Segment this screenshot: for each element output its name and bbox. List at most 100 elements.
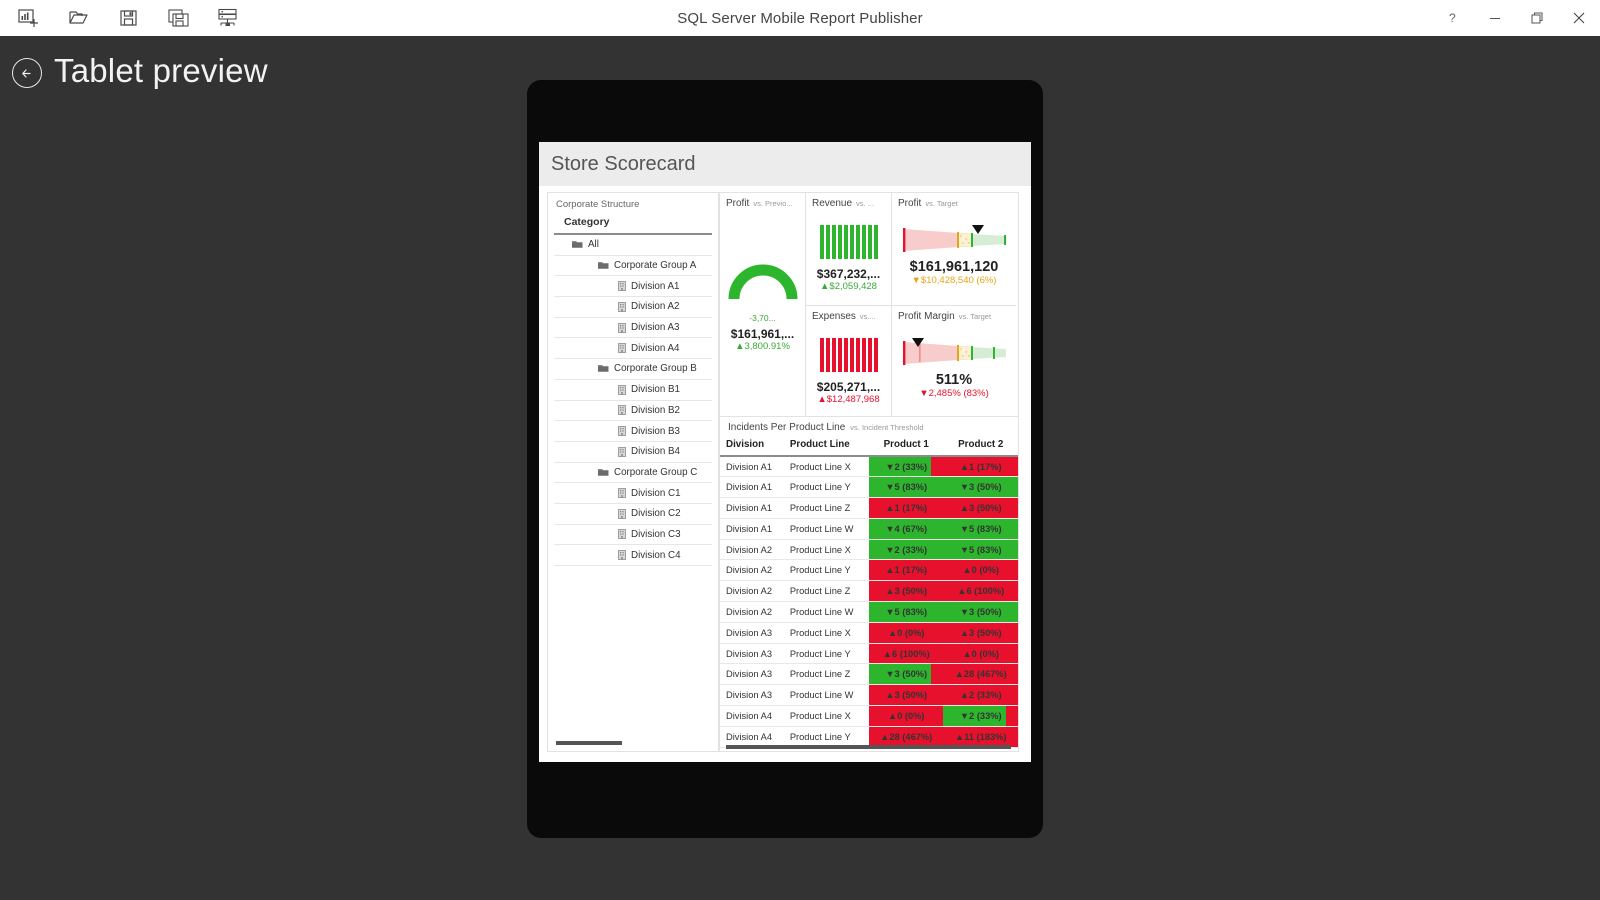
back-button[interactable] [12,58,42,88]
folder-icon [598,468,609,477]
cell-product-line: Product Line Z [783,580,869,603]
tree-horizontal-scrollbar[interactable] [556,741,622,745]
tree-item-all[interactable]: All [554,235,712,256]
building-icon [618,322,626,333]
table-row[interactable]: Division A1 Product Line Y ▼5 (83%) ▼3 (50%… [720,476,1018,499]
cell-product-line: Product Line X [783,622,869,644]
table-row[interactable]: Division A3 Product Line Y ▲6 (100%) ▲0 (0%… [720,643,1018,665]
tree-item-label: Division C4 [631,549,681,561]
save-icon[interactable] [108,1,150,35]
save-as-icon[interactable] [158,1,200,35]
gauge-label: -3,70... [749,313,776,323]
cell-product-2: ▼5 (83%) [943,518,1018,540]
table-row[interactable]: Division A1 Product Line W ▼4 (67%) ▼5 (83%… [720,518,1018,540]
tree-item-label: Division A3 [631,322,680,334]
close-button[interactable] [1558,0,1600,36]
cell-product-line: Product Line Y [783,559,869,582]
table-row[interactable]: Division A3 Product Line W ▲3 (50%) ▲2 (33%… [720,684,1018,707]
kpi-profit-gauge[interactable]: Profit vs. Previo... -3,70... $161,961,.… [720,193,805,417]
cell-product-1: ▼4 (67%) [868,518,944,540]
new-report-icon[interactable] [8,1,50,35]
table-row[interactable]: Division A3 Product Line X ▲0 (0%) ▲3 (50%) [720,622,1018,644]
title-bar: SQL Server Mobile Report Publisher ? [0,0,1600,36]
kpi-profit-margin[interactable]: Profit Margin vs. Target 511% ▼2,485% (8… [892,305,1016,417]
tree-item-corporate-group-a[interactable]: Corporate Group A [554,256,712,277]
help-button[interactable]: ? [1432,0,1474,36]
tree-item-division-a4[interactable]: Division A4 [554,338,712,360]
column-header-product-line[interactable]: Product Line [783,436,869,457]
tree-item-division-c4[interactable]: Division C4 [554,545,712,566]
cell-division: Division A3 [720,684,784,707]
tree-item-corporate-group-c[interactable]: Corporate Group C [554,463,712,484]
building-icon [618,302,626,312]
kpi-revenue-name: Revenue [812,198,853,209]
table-horizontal-scrollbar[interactable] [726,745,1011,749]
building-icon [618,529,626,540]
kpi-revenue[interactable]: Revenue vs. ... $367,232,... ▲$2,059,428 [806,193,891,305]
kpi-grid: Profit vs. Previo... -3,70... $161,961,.… [719,192,1019,417]
restore-button[interactable] [1516,0,1558,36]
cell-division: Division A1 [720,518,784,540]
building-icon [618,405,626,416]
tree-item-division-a1[interactable]: Division A1 [554,276,712,298]
table-row[interactable]: Division A4 Product Line X ▲0 (0%) ▼2 (33%) [720,705,1018,727]
radial-gauge: -3,70... [726,253,799,327]
cell-product-1: ▲3 (50%) [868,580,944,603]
folder-icon [598,364,609,373]
kpi-expenses-value: $205,271,... [816,380,881,394]
kpi-revenue-value: $367,232,... [816,267,881,281]
table-row[interactable]: Division A1 Product Line X ▼2 (33%) ▲1 (17%… [720,456,1018,478]
building-icon [618,426,626,436]
tree-item-label: Division A4 [631,342,680,354]
open-folder-icon[interactable] [58,1,100,35]
bar [861,225,866,259]
building-icon [618,426,626,436]
table-row[interactable]: Division A2 Product Line X ▼2 (33%) ▼5 (83%… [720,539,1018,561]
tree-item-division-c2[interactable]: Division C2 [554,504,712,525]
save-to-server-icon[interactable] [208,1,250,35]
building-icon [618,446,626,457]
tree-item-division-a2[interactable]: Division A2 [554,297,712,318]
cell-product-line: Product Line X [783,539,869,561]
column-header-product-1[interactable]: Product 1 [868,436,944,457]
table-row[interactable]: Division A1 Product Line Z ▲1 (17%) ▲3 (50%… [720,497,1018,519]
building-icon [618,550,626,561]
cell-product-2: ▲0 (0%) [943,643,1018,665]
tree-item-division-b2[interactable]: Division B2 [554,401,712,422]
cell-division: Division A2 [720,601,784,623]
table-row[interactable]: Division A2 Product Line Y ▲1 (17%) ▲0 (0%) [720,559,1018,582]
cell-product-line: Product Line Z [783,497,869,519]
tree-item-division-a3[interactable]: Division A3 [554,318,712,339]
building-icon [618,508,626,519]
tree-item-division-b3[interactable]: Division B3 [554,421,712,442]
tree-item-label: Corporate Group A [614,260,697,272]
minimize-button[interactable] [1474,0,1516,36]
building-icon [618,343,626,354]
corporate-structure-panel: Corporate Structure Category All Corporat… [547,192,719,752]
kpi-profit-target[interactable]: Profit vs. Target $161,961,120 ▼$10,428,… [892,193,1016,305]
tree-item-corporate-group-b[interactable]: Corporate Group B [554,359,712,380]
kpi-profit-margin-name: Profit Margin [898,311,955,322]
column-header-division[interactable]: Division [720,436,784,457]
table-row[interactable]: Division A3 Product Line Z ▼3 (50%) ▲28 (46… [720,663,1018,686]
cell-product-line: Product Line Z [783,663,869,686]
cell-product-1: ▲3 (50%) [868,684,944,707]
incidents-table: Division Product Line Product 1 Product … [720,436,1018,748]
tree-item-label: Division B1 [631,384,681,396]
kpi-expenses[interactable]: Expenses vs.... $205,271,... ▲$12,487,96… [806,305,891,417]
table-row[interactable]: Division A2 Product Line W ▼5 (83%) ▼3 (50%… [720,601,1018,623]
cell-division: Division A3 [720,622,784,644]
table-row[interactable]: Division A2 Product Line Z ▲3 (50%) ▲6 (100… [720,580,1018,603]
tree-item-division-b1[interactable]: Division B1 [554,380,712,401]
column-header-product-2[interactable]: Product 2 [943,436,1018,457]
tree-item-division-c1[interactable]: Division C1 [554,483,712,504]
building-icon [618,281,626,292]
corporate-structure-label: Corporate Structure [556,199,640,210]
tree-item-division-c3[interactable]: Division C3 [554,525,712,546]
tree-item-division-b4[interactable]: Division B4 [554,442,712,463]
cell-product-2: ▼2 (33%) [943,705,1018,727]
cell-product-2: ▲3 (50%) [943,497,1018,519]
preview-header: Tablet preview [12,52,268,90]
cell-product-2: ▲0 (0%) [943,559,1018,582]
cell-product-1: ▼2 (33%) [868,456,944,478]
